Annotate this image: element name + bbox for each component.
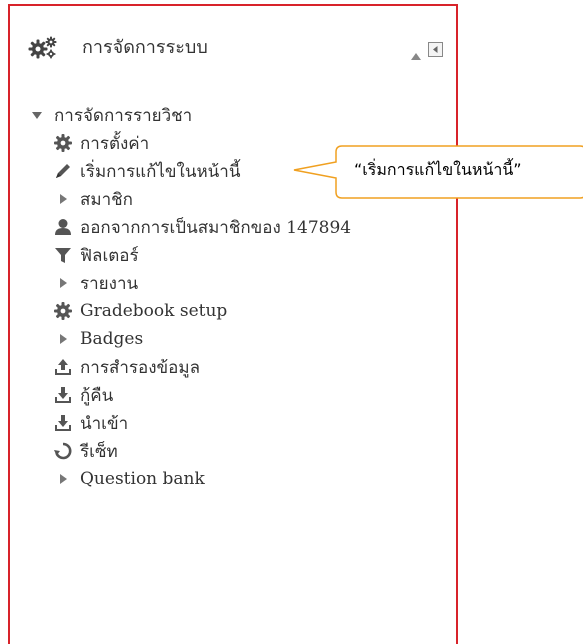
reset-icon	[52, 440, 74, 462]
tree-item-label: Badges	[80, 329, 144, 349]
expand-arrow-icon	[52, 188, 74, 210]
user-icon	[52, 216, 74, 238]
collapse-up-icon[interactable]	[410, 46, 422, 60]
tree-item-import[interactable]: นำเข้า	[52, 409, 128, 437]
filter-icon	[52, 244, 74, 266]
tree-item-label: การตั้งค่า	[80, 133, 150, 154]
block-title: การจัดการระบบ	[82, 37, 208, 58]
tree-item-label: กู้คืน	[80, 385, 114, 406]
tree-root-label: การจัดการรายวิชา	[54, 105, 193, 126]
callout-text: “เริ่มการแก้ไขในหน้านี้”	[354, 160, 522, 179]
tree-item-turn-editing-on[interactable]: เริ่มการแก้ไขในหน้านี้	[52, 157, 240, 185]
download-icon	[52, 412, 74, 434]
tree-item-question-bank[interactable]: Question bank	[52, 465, 205, 493]
expand-arrow-icon	[52, 328, 74, 350]
expand-arrow-icon	[52, 468, 74, 490]
gears-icon	[28, 36, 58, 60]
tree-item-label: รายงาน	[80, 273, 139, 294]
tree-item-gradebook-setup[interactable]: Gradebook setup	[52, 297, 227, 325]
tree-item-label: การสำรองข้อมูล	[80, 357, 200, 378]
upload-icon	[52, 356, 74, 378]
callout-bubble	[293, 145, 583, 199]
tree-root-course-admin[interactable]: การจัดการรายวิชา	[26, 101, 192, 129]
tree-item-filters[interactable]: ฟิลเตอร์	[52, 241, 139, 269]
tree-item-backup[interactable]: การสำรองข้อมูล	[52, 353, 200, 381]
expanded-arrow-icon	[26, 104, 48, 126]
tree-item-label: รีเซ็ท	[80, 441, 118, 462]
admin-block: การจัดการระบบ การจัดการรายวิชา การตั้งค่…	[8, 4, 458, 644]
tree-item-settings[interactable]: การตั้งค่า	[52, 129, 149, 157]
pencil-icon	[52, 160, 74, 182]
tree-item-reset[interactable]: รีเซ็ท	[52, 437, 118, 465]
tree-item-label: Question bank	[80, 469, 205, 489]
tree-item-label: ฟิลเตอร์	[80, 245, 139, 266]
tree-item-badges[interactable]: Badges	[52, 325, 143, 353]
gear-icon	[52, 132, 74, 154]
download-icon	[52, 384, 74, 406]
gear-icon	[52, 300, 74, 322]
tree-item-label: นำเข้า	[80, 413, 129, 434]
block-header: การจัดการระบบ	[10, 6, 456, 86]
tree-item-label: Gradebook setup	[80, 301, 228, 321]
expand-arrow-icon	[52, 272, 74, 294]
dock-icon[interactable]	[428, 42, 443, 57]
tree-item-label: สมาชิก	[80, 189, 133, 210]
tree-item-restore[interactable]: กู้คืน	[52, 381, 113, 409]
tree-item-reports[interactable]: รายงาน	[52, 269, 138, 297]
tree-item-label: เริ่มการแก้ไขในหน้านี้	[80, 161, 241, 182]
tree-item-members[interactable]: สมาชิก	[52, 185, 133, 213]
